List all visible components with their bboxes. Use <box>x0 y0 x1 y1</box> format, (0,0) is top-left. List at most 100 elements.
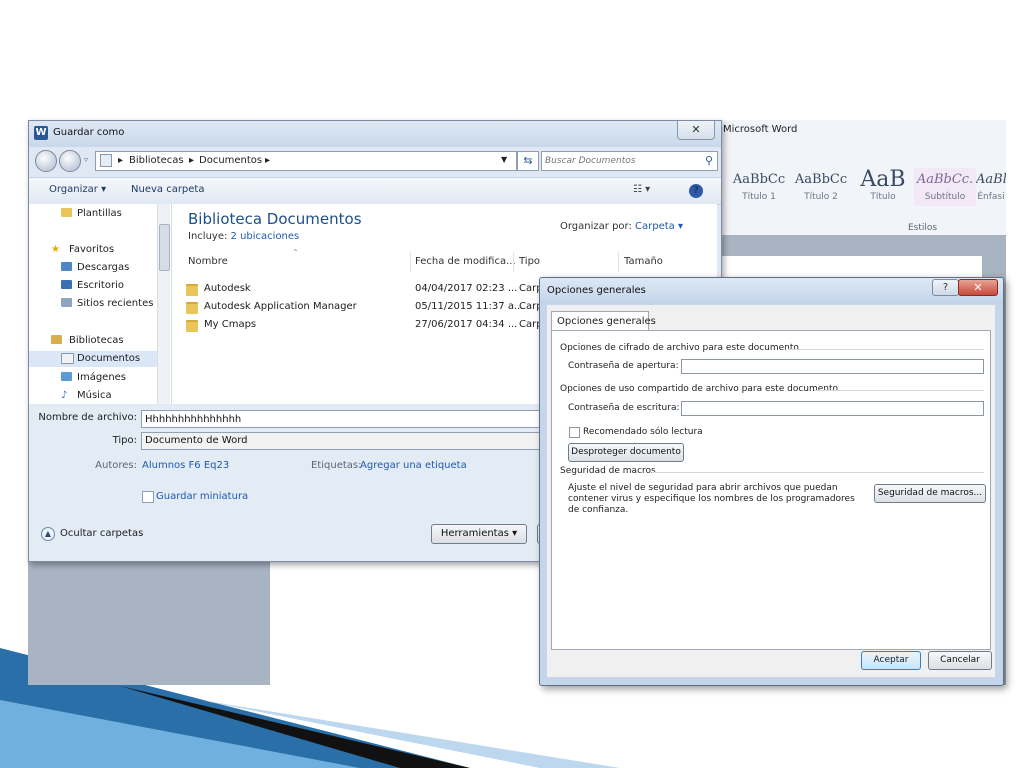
desktop-icon <box>61 280 72 289</box>
includes-locations-link[interactable]: 2 ubicaciones <box>231 231 300 242</box>
column-header-size[interactable]: Tamaño <box>624 256 663 267</box>
macro-security-button[interactable]: Seguridad de macros... <box>874 484 986 503</box>
nav-item-imagenes[interactable]: Imágenes <box>29 370 157 386</box>
history-dropdown-icon[interactable]: ▿ <box>84 155 88 164</box>
arrange-dropdown[interactable]: Carpeta ▾ <box>635 221 683 232</box>
search-box: ⚲ <box>541 151 718 171</box>
address-dropdown-icon[interactable]: ▼ <box>501 155 507 164</box>
word-title: Microsoft Word <box>723 124 798 135</box>
sharing-section-title: Opciones de uso compartido de archivo pa… <box>560 384 839 394</box>
open-password-label: Contraseña de apertura: <box>568 361 679 371</box>
folder-icon <box>186 320 198 332</box>
style-subtitle[interactable]: AaBbCc. Subtítulo <box>914 168 976 206</box>
search-icon[interactable]: ⚲ <box>705 154 713 167</box>
style-emphasis[interactable]: AaBl Énfasi <box>976 168 1006 206</box>
save-title-bar: W Guardar como ✕ <box>29 121 721 147</box>
thumbnail-checkbox[interactable] <box>142 491 154 503</box>
search-input[interactable] <box>545 153 695 168</box>
chevron-up-icon: ▲ <box>41 527 55 541</box>
tags-value[interactable]: Agregar una etiqueta <box>360 460 467 471</box>
folder-icon <box>61 208 72 217</box>
readonly-label: Recomendado sólo lectura <box>583 427 703 437</box>
general-options-dialog: Opciones generales ? ✕ Opciones generale… <box>539 277 1004 686</box>
library-includes: Incluye: 2 ubicaciones <box>188 231 299 242</box>
nav-scroll-thumb[interactable] <box>159 224 170 271</box>
macro-section-title: Seguridad de macros <box>560 466 656 476</box>
view-options-icon[interactable]: ☷ ▾ <box>633 184 650 195</box>
options-body: Opciones generales Opciones de cifrado d… <box>547 305 995 677</box>
arrange-by: Organizar por: Carpeta ▾ <box>560 221 683 232</box>
tools-button[interactable]: Herramientas ▾ <box>431 524 527 544</box>
star-icon: ★ <box>51 244 60 255</box>
nav-item-musica[interactable]: ♪ Música <box>29 388 157 404</box>
nav-item-sitios-recientes[interactable]: Sitios recientes <box>29 296 157 312</box>
filename-input[interactable] <box>141 410 549 428</box>
authors-value[interactable]: Alumnos F6 Eq23 <box>142 460 229 471</box>
navigation-row: ▿ ▸ Bibliotecas ▸ Documentos ▸ ▼ ⇆ ⚲ <box>29 147 721 175</box>
encryption-section-title: Opciones de cifrado de archivo para este… <box>560 343 799 353</box>
style-heading-1[interactable]: AaBbCс Título 1 <box>728 168 790 206</box>
arrange-label: Organizar por: <box>560 221 632 232</box>
open-password-input[interactable] <box>681 359 984 374</box>
style-heading-2[interactable]: AaBbCc Título 2 <box>790 168 852 206</box>
recent-places-icon <box>61 298 72 307</box>
chevron-right-icon: ▸ <box>118 155 124 166</box>
write-password-label: Contraseña de escritura: <box>568 403 680 413</box>
nav-item-bibliotecas[interactable]: Bibliotecas <box>29 333 157 349</box>
chevron-right-icon: ▸ <box>265 155 271 166</box>
nav-item-plantillas[interactable]: Plantillas <box>29 206 157 222</box>
nav-item-favoritos[interactable]: ★ Favoritos <box>29 242 157 258</box>
libraries-icon <box>51 335 62 344</box>
chevron-right-icon: ▸ <box>189 155 195 166</box>
breadcrumb-documentos[interactable]: Documentos <box>199 155 262 166</box>
downloads-icon <box>61 262 72 271</box>
library-icon <box>100 154 112 167</box>
nav-item-escritorio[interactable]: Escritorio <box>29 278 157 294</box>
forward-icon[interactable] <box>59 150 81 172</box>
thumbnail-label: Guardar miniatura <box>156 491 249 502</box>
options-help-button[interactable]: ? <box>932 279 959 296</box>
authors-label: Autores: <box>95 460 137 471</box>
navigation-pane: Plantillas ★ Favoritos Descargas Escrito… <box>29 204 172 404</box>
filename-label: Nombre de archivo: <box>38 412 137 423</box>
tab-general-options[interactable]: Opciones generales <box>551 311 656 332</box>
tags-label: Etiquetas: <box>311 460 362 471</box>
nav-scrollbar[interactable] <box>157 204 170 404</box>
column-header-name[interactable]: Nombre <box>188 256 228 267</box>
breadcrumb-bibliotecas[interactable]: Bibliotecas <box>129 155 184 166</box>
options-panel: Opciones de cifrado de archivo para este… <box>551 330 991 650</box>
folder-icon <box>186 302 198 314</box>
column-header-date[interactable]: Fecha de modifica... <box>415 256 516 267</box>
new-folder-button[interactable]: Nueva carpeta <box>131 184 204 195</box>
back-icon[interactable] <box>35 150 57 172</box>
refresh-icon[interactable]: ⇆ <box>517 151 539 171</box>
nav-item-descargas[interactable]: Descargas <box>29 260 157 276</box>
save-toolbar: Organizar ▾ Nueva carpeta ☷ ▾ ? <box>29 177 721 205</box>
styles-group-label: Estilos <box>908 223 938 233</box>
includes-label: Incluye: <box>188 231 228 242</box>
type-label: Tipo: <box>112 435 137 446</box>
style-title[interactable]: AaB Título <box>852 168 914 206</box>
save-close-button[interactable]: ✕ <box>677 121 715 140</box>
sort-up-icon: ⌃ <box>292 248 299 257</box>
pictures-icon <box>61 372 72 381</box>
help-icon[interactable]: ? <box>689 184 703 198</box>
unprotect-document-button[interactable]: Desproteger documento <box>568 443 684 462</box>
column-header-type[interactable]: Tipo <box>519 256 540 267</box>
nav-item-documentos[interactable]: Documentos <box>29 351 157 367</box>
options-close-button[interactable]: ✕ <box>958 279 998 296</box>
address-bar[interactable]: ▸ Bibliotecas ▸ Documentos ▸ ▼ <box>95 151 517 171</box>
ok-button[interactable]: Aceptar <box>861 651 921 670</box>
type-select[interactable]: Documento de Word <box>141 432 547 450</box>
cancel-button[interactable]: Cancelar <box>928 651 992 670</box>
library-title: Biblioteca Documentos <box>188 210 362 228</box>
options-dialog-title: Opciones generales <box>547 285 646 296</box>
macro-description: Ajuste el nivel de seguridad para abrir … <box>568 483 855 515</box>
write-password-input[interactable] <box>681 401 984 416</box>
documents-icon <box>61 353 74 364</box>
organize-button[interactable]: Organizar ▾ <box>49 184 106 195</box>
music-icon: ♪ <box>61 390 68 401</box>
options-title-bar: Opciones generales ? ✕ <box>540 278 1003 304</box>
save-dialog-title: Guardar como <box>53 127 125 138</box>
readonly-checkbox[interactable] <box>569 427 580 438</box>
